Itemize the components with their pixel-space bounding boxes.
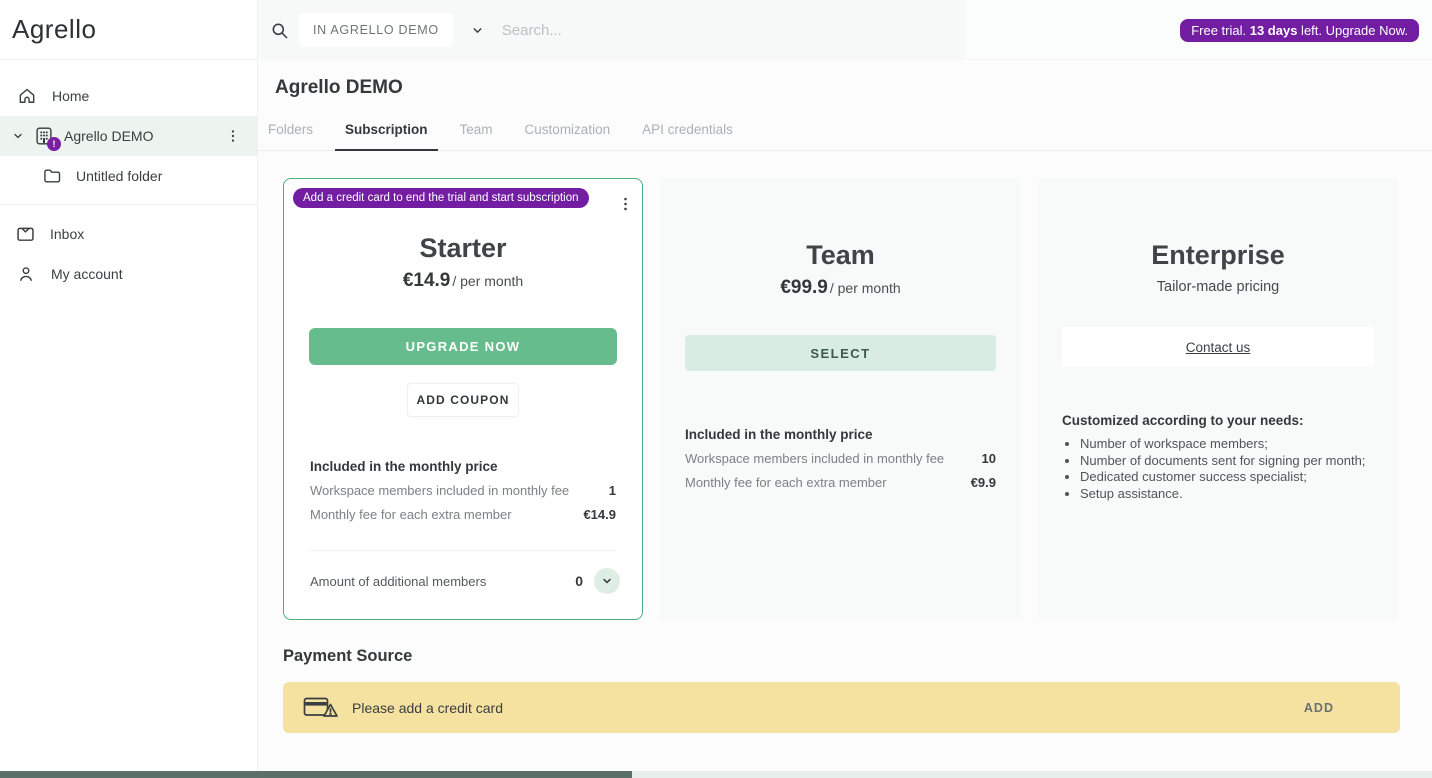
tab-folders[interactable]: Folders [258,122,323,151]
folder-icon [42,166,62,186]
included-row-value: €9.9 [971,475,996,490]
sidebar-item-label: Agrello DEMO [64,128,153,144]
app-window: Agrello Home ! Agrello DEMO [0,0,1432,778]
custom-needs-item: Number of documents sent for signing per… [1080,453,1378,470]
team-included-section: Included in the monthly price Workspace … [685,427,996,490]
sidebar-item-label: Home [52,88,89,104]
building-icon: ! [33,125,55,147]
credit-card-warning-banner: Please add a credit card ADD [283,682,1400,733]
plan-subtitle: Tailor-made pricing [1038,279,1398,295]
sidebar-item-workspace[interactable]: ! Agrello DEMO [0,116,257,156]
price-value: €14.9 [403,270,451,291]
included-row-label: Workspace members included in monthly fe… [310,483,569,498]
trial-text-prefix: Free trial. [1191,23,1250,38]
sidebar: Agrello Home ! Agrello DEMO [0,0,258,778]
custom-needs-item: Dedicated customer success specialist; [1080,469,1378,486]
plan-price: €14.9/ per month [284,270,642,292]
sidebar-item-untitled-folder[interactable]: Untitled folder [0,156,257,196]
additional-members-dropdown[interactable] [594,568,620,594]
custom-needs-list: Number of workspace members; Number of d… [1062,436,1378,502]
plan-name: Enterprise [1038,240,1398,271]
chevron-down-icon[interactable] [471,24,484,37]
custom-needs-item: Number of workspace members; [1080,436,1378,453]
agrello-logo: Agrello [12,14,96,45]
sidebar-divider [0,204,257,205]
card-divider [310,550,616,551]
price-period: / per month [452,273,523,289]
price-period: / per month [830,280,901,296]
trial-days-left: 13 days [1250,23,1298,38]
custom-needs-item: Setup assistance. [1080,486,1378,503]
home-icon [17,86,37,106]
tab-customization[interactable]: Customization [515,122,621,151]
included-row-value: 10 [982,451,996,466]
tab-subscription[interactable]: Subscription [335,122,438,151]
included-title: Included in the monthly price [310,459,616,474]
upgrade-now-button[interactable]: UPGRADE NOW [309,328,617,365]
payment-source-section: Payment Source Please add a credit card … [283,647,1400,733]
sidebar-item-label: Inbox [50,226,84,242]
horizontal-scrollbar-thumb[interactable] [0,771,632,778]
user-icon [16,264,36,284]
trial-text-suffix: left. Upgrade Now. [1297,23,1408,38]
mail-icon [15,224,36,245]
enterprise-custom-section: Customized according to your needs: Numb… [1062,413,1378,502]
included-row: Monthly fee for each extra member €9.9 [685,475,996,490]
topbar: IN AGRELLO DEMO Free trial. 13 days left… [258,0,1432,60]
included-row-label: Monthly fee for each extra member [685,475,887,490]
kebab-menu-icon[interactable] [617,188,634,216]
main-content: Agrello DEMO Folders Subscription Team C… [258,60,1432,778]
included-title: Included in the monthly price [685,427,996,442]
tab-team[interactable]: Team [450,122,503,151]
search-input[interactable] [502,22,842,39]
search-icon [270,21,289,40]
sidebar-item-my-account[interactable]: My account [0,254,257,294]
included-row: Workspace members included in monthly fe… [310,483,616,498]
sidebar-nav: Home ! Agrello DEMO Untitled f [0,60,257,294]
included-row-label: Monthly fee for each extra member [310,507,512,522]
included-row-value: 1 [609,483,616,498]
additional-members-label: Amount of additional members [310,574,575,589]
sidebar-item-label: Untitled folder [76,168,162,184]
sidebar-item-home[interactable]: Home [0,76,257,116]
credit-card-warning-icon [303,694,339,721]
search-scope-chip[interactable]: IN AGRELLO DEMO [299,13,453,47]
included-row: Monthly fee for each extra member €14.9 [310,507,616,522]
chevron-down-icon[interactable] [12,130,24,142]
plan-card-enterprise: Enterprise Tailor-made pricing Contact u… [1038,178,1398,620]
payment-source-title: Payment Source [283,647,1400,666]
included-row-label: Workspace members included in monthly fe… [685,451,944,466]
pricing-cards: Add a credit card to end the trial and s… [283,178,1400,620]
starter-trial-pill: Add a credit card to end the trial and s… [293,188,589,208]
included-row-value: €14.9 [583,507,616,522]
included-row: Workspace members included in monthly fe… [685,451,996,466]
starter-included-section: Included in the monthly price Workspace … [310,459,616,522]
plan-card-team: Team €99.9/ per month SELECT Included in… [660,178,1021,620]
workspace-alert-badge: ! [47,137,61,151]
tab-bar: Folders Subscription Team Customization … [258,122,1432,151]
contact-strip: Contact us [1062,327,1374,367]
search-bar: IN AGRELLO DEMO [258,0,965,60]
free-trial-badge[interactable]: Free trial. 13 days left. Upgrade Now. [1180,19,1419,42]
contact-us-link[interactable]: Contact us [1186,340,1251,355]
horizontal-scrollbar [0,771,1432,778]
plan-name: Team [660,240,1021,271]
logo-row: Agrello [0,0,257,60]
additional-members-value: 0 [575,573,583,589]
sidebar-item-inbox[interactable]: Inbox [0,214,257,254]
plan-card-starter: Add a credit card to end the trial and s… [283,178,643,620]
plan-price: €99.9/ per month [660,277,1021,299]
add-credit-card-button[interactable]: ADD [1304,701,1380,715]
custom-needs-title: Customized according to your needs: [1062,413,1378,428]
add-coupon-button[interactable]: ADD COUPON [407,383,519,417]
sidebar-item-label: My account [51,266,123,282]
credit-card-warning-text: Please add a credit card [352,700,1304,716]
plan-name: Starter [284,233,642,264]
price-value: €99.9 [780,277,828,298]
select-team-button[interactable]: SELECT [685,335,996,371]
tab-api-credentials[interactable]: API credentials [632,122,743,151]
kebab-menu-icon[interactable] [225,128,241,144]
additional-members-row: Amount of additional members 0 [310,568,620,594]
page-title: Agrello DEMO [275,77,1432,99]
